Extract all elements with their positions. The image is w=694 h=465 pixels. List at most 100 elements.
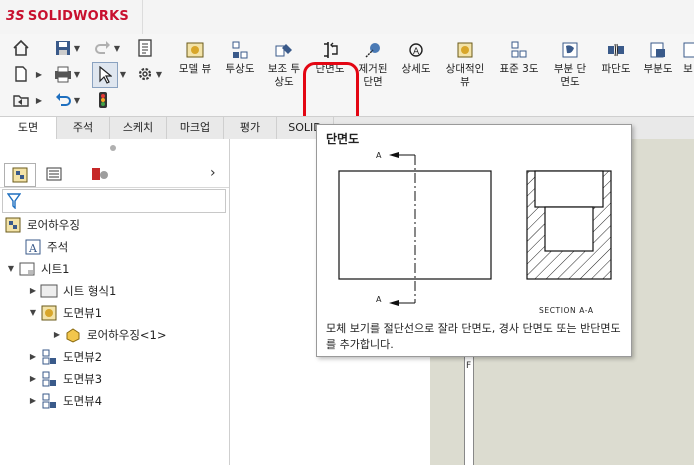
alternate-view-icon: [683, 42, 694, 58]
property-manager-tab-icon[interactable]: [42, 165, 66, 183]
collapse-caret-icon[interactable]: ▼: [26, 303, 40, 323]
expand-caret-icon[interactable]: ▶: [26, 347, 40, 367]
crop-view-icon: [650, 42, 665, 58]
redo-dropdown-icon[interactable]: ▼: [112, 38, 122, 58]
removed-section-icon: [365, 43, 380, 58]
drawing-icon: [4, 217, 22, 233]
tree-item-label: 도면뷰4: [63, 394, 103, 408]
panel-tab-strip: ›: [0, 161, 229, 188]
title-divider: [142, 0, 143, 34]
detail-view-label: 상세도: [401, 63, 431, 75]
tooltip-description: 모체 보기를 절단선으로 잘라 단면도, 경사 단면도 또는 반단면도를 추가합…: [326, 322, 621, 351]
print-dropdown-icon[interactable]: ▼: [72, 64, 82, 84]
drawing-view-icon: [40, 393, 58, 409]
model-view-button[interactable]: 모델 뷰: [174, 40, 216, 76]
drawing-view-icon: [40, 349, 58, 365]
configuration-manager-tab-icon[interactable]: [86, 165, 114, 183]
save-icon[interactable]: [52, 38, 74, 58]
home-icon[interactable]: [10, 38, 32, 58]
options-dropdown-icon[interactable]: ▼: [154, 64, 164, 84]
command-manager-ribbon: ▶ ▶ ▼ ▼ ▼ ▼ ▼ ▼ 모델 뷰 투상도 보조 투 상도 단면도 제거된…: [0, 34, 694, 158]
standard-3-view-icon: [511, 41, 527, 58]
tree-root-item[interactable]: 로어하우징: [4, 215, 80, 235]
break-view-button[interactable]: 파단도: [596, 40, 636, 76]
auxiliary-view-button[interactable]: 보조 투 상도: [262, 40, 306, 89]
tree-item-drawing-view3[interactable]: ▶ 도면뷰3: [26, 369, 102, 389]
feature-manager-panel: › 로어하우징 A 주석 ▼ 시트1 ▶ 시트 형식1 ▼ 도면뷰1 ▶ 로어하…: [0, 139, 230, 465]
tree-item-drawing-view2[interactable]: ▶ 도면뷰2: [26, 347, 102, 367]
relative-view-label: 상대적인 뷰: [445, 63, 485, 88]
expand-caret-icon[interactable]: ▶: [26, 281, 40, 301]
alternate-view-button[interactable]: 보: [682, 40, 694, 76]
tab-markup[interactable]: 마크업: [167, 117, 224, 139]
broken-out-section-icon: [562, 42, 578, 58]
expand-caret-icon[interactable]: ▶: [26, 369, 40, 389]
redo-icon[interactable]: [92, 38, 114, 58]
section-marker-bottom: A: [376, 295, 382, 304]
crop-view-button[interactable]: 부분도: [638, 40, 678, 76]
file-properties-icon[interactable]: [134, 38, 156, 58]
tab-sketch[interactable]: 스케치: [110, 117, 167, 139]
collapse-caret-icon[interactable]: ▼: [4, 259, 18, 279]
alternate-view-label: 보: [683, 63, 693, 75]
filter-box[interactable]: [2, 189, 226, 213]
tree-item-label: 도면뷰3: [63, 372, 103, 386]
projected-view-button[interactable]: 투상도: [220, 40, 260, 76]
print-icon[interactable]: [52, 64, 74, 84]
tab-evaluate[interactable]: 평가: [224, 117, 277, 139]
tree-item-label: 로어하우징<1>: [87, 328, 167, 342]
tooltip-title: 단면도: [326, 132, 360, 146]
select-dropdown-icon[interactable]: ▼: [118, 64, 128, 84]
model-view-label: 모델 뷰: [178, 63, 212, 75]
panel-grip[interactable]: [110, 145, 116, 151]
tree-item-label: 주석: [47, 240, 69, 254]
tree-item-sheet1[interactable]: ▼ 시트1: [4, 259, 70, 279]
detail-view-button[interactable]: A 상세도: [396, 40, 436, 76]
standard-3-view-button[interactable]: 표준 3도: [496, 40, 542, 76]
tree-item-label: 시트1: [41, 262, 70, 276]
removed-section-label: 제거된 단면: [358, 63, 388, 88]
tree-item-annotations[interactable]: A 주석: [24, 237, 68, 257]
select-icon[interactable]: [92, 62, 118, 88]
new-document-icon[interactable]: [10, 64, 32, 84]
section-marker-top: A: [376, 151, 382, 160]
sheet-icon: [18, 261, 36, 277]
save-dropdown-icon[interactable]: ▼: [72, 38, 82, 58]
tab-annotation[interactable]: 주석: [57, 117, 110, 139]
new-dropdown-icon[interactable]: ▶: [34, 64, 44, 84]
removed-section-button[interactable]: 제거된 단면: [354, 40, 392, 89]
projected-view-icon: [232, 41, 248, 59]
expand-caret-icon[interactable]: ▶: [26, 391, 40, 411]
panel-expand-chevron-icon[interactable]: ›: [210, 165, 224, 183]
projected-view-label: 투상도: [225, 63, 255, 75]
tree-item-part[interactable]: ▶ 로어하우징<1>: [50, 325, 167, 345]
annotation-icon: A: [24, 239, 42, 255]
tree-item-drawing-view4[interactable]: ▶ 도면뷰4: [26, 391, 102, 411]
auxiliary-view-label: 보조 투 상도: [267, 63, 301, 88]
tree-item-label: 로어하우징: [27, 218, 80, 232]
rebuild-traffic-light-icon[interactable]: [92, 90, 114, 110]
options-gear-icon[interactable]: [134, 64, 156, 84]
tab-drawing[interactable]: 도면: [0, 117, 57, 139]
feature-manager-tab-icon[interactable]: [4, 163, 36, 187]
open-dropdown-icon[interactable]: ▶: [34, 90, 44, 110]
sheet-format-icon: [40, 283, 58, 299]
section-view-tooltip: 단면도 A A SECTION A-A 모체 보기를 절단선으로 잘라 단면도,…: [316, 124, 632, 357]
svg-text:A: A: [28, 242, 38, 255]
crop-view-label: 부분도: [643, 63, 673, 75]
standard-3-view-label: 표준 3도: [499, 63, 539, 75]
detail-view-icon: A: [409, 43, 423, 57]
relative-view-button[interactable]: 상대적인 뷰: [440, 40, 490, 89]
undo-icon[interactable]: [52, 90, 74, 110]
auxiliary-view-icon: [275, 44, 292, 57]
drawing-view-icon: [40, 305, 58, 321]
sheet-zone-label: F: [466, 361, 472, 371]
tree-item-sheet-format[interactable]: ▶ 시트 형식1: [26, 281, 116, 301]
undo-dropdown-icon[interactable]: ▼: [72, 90, 82, 110]
broken-out-section-button[interactable]: 부분 단 면도: [548, 40, 592, 89]
expand-caret-icon[interactable]: ▶: [50, 325, 64, 345]
title-bar: 3S SOLIDWORKS: [0, 0, 694, 35]
tree-item-drawing-view1[interactable]: ▼ 도면뷰1: [26, 303, 102, 323]
solidworks-logo[interactable]: 3S SOLIDWORKS: [6, 9, 129, 24]
open-icon[interactable]: [10, 90, 32, 110]
